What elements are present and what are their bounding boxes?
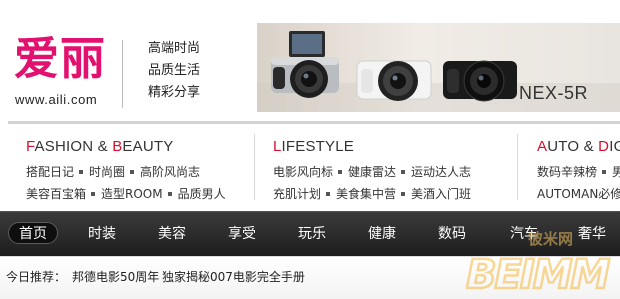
category-link[interactable]: 品质男人 bbox=[178, 187, 226, 201]
category-link[interactable]: 充肌计划 bbox=[273, 187, 321, 201]
bullet-icon bbox=[602, 169, 607, 174]
category-link[interactable]: 电影风向标 bbox=[273, 165, 333, 179]
category-links-row: 数码辛辣榜 男 bbox=[537, 163, 620, 180]
category-divider bbox=[254, 134, 255, 200]
nav-item-play[interactable]: 玩乐 bbox=[298, 223, 326, 245]
bullet-icon bbox=[326, 191, 331, 196]
main-nav: 首页 时装 美容 享受 玩乐 健康 数码 汽车 奢华 bbox=[0, 211, 620, 256]
category-fashion-beauty: FASHION & BEAUTY 搭配日记 时尚圈 高阶风尚志 美容百宝箱 造型ROO… bbox=[26, 124, 256, 210]
camera-silver-icon bbox=[271, 31, 339, 98]
nav-item-fashion[interactable]: 时装 bbox=[88, 223, 116, 245]
nav-item-digital[interactable]: 数码 bbox=[438, 223, 466, 245]
logo-url: www.aili.com bbox=[15, 92, 98, 107]
slogan-1: 高端时尚 bbox=[148, 41, 201, 56]
category-title[interactable]: FASHION & BEAUTY bbox=[26, 138, 173, 155]
category-lifestyle: LIFESTYLE 电影风向标 健康雷达 运动达人志 充肌计划 美食集中营 美酒入门班 bbox=[273, 124, 518, 210]
category-link[interactable]: 搭配日记 bbox=[26, 165, 74, 179]
banner-model-text: NEX-5R bbox=[519, 83, 589, 103]
bullet-icon bbox=[130, 169, 135, 174]
slogan-3: 精彩分享 bbox=[148, 85, 201, 100]
recommend-link[interactable]: 邦德电影50周年 bbox=[72, 268, 159, 285]
bullet-icon bbox=[167, 191, 172, 196]
category-link[interactable]: 数码辛辣榜 bbox=[537, 165, 597, 179]
category-link[interactable]: 造型ROOM bbox=[101, 187, 163, 201]
category-link[interactable]: 健康雷达 bbox=[348, 165, 396, 179]
category-links-row: 电影风向标 健康雷达 运动达人志 bbox=[273, 163, 471, 180]
category-link[interactable]: 运动达人志 bbox=[411, 165, 471, 179]
category-auto-dig: AUTO & DIG 数码辛辣榜 男 AUTOMAN必修课 bbox=[537, 124, 620, 210]
logo-divider bbox=[122, 40, 123, 108]
bullet-icon bbox=[338, 169, 343, 174]
category-link[interactable]: 美食集中营 bbox=[336, 187, 396, 201]
camera-white-icon bbox=[356, 60, 432, 101]
camera-banner[interactable]: NEX-5R bbox=[257, 23, 620, 112]
category-links-row: 美容百宝箱 造型ROOM 品质男人 bbox=[26, 185, 226, 202]
category-link[interactable]: 美酒入门班 bbox=[411, 187, 471, 201]
category-divider bbox=[517, 134, 518, 200]
camera-black-icon bbox=[443, 60, 517, 102]
nav-item-luxury[interactable]: 奢华 bbox=[578, 223, 606, 245]
category-links-row: AUTOMAN必修课 bbox=[537, 185, 620, 202]
category-link[interactable]: 时尚圈 bbox=[89, 165, 125, 179]
bullet-icon bbox=[79, 169, 84, 174]
bullet-icon bbox=[401, 169, 406, 174]
recommend-link[interactable]: 独家揭秘007电影完全手册 bbox=[162, 268, 305, 285]
slogan-list: 高端时尚 品质生活 精彩分享 bbox=[148, 38, 200, 104]
slogan-2: 品质生活 bbox=[148, 63, 201, 78]
category-panel: FASHION & BEAUTY 搭配日记 时尚圈 高阶风尚志 美容百宝箱 造型ROO… bbox=[8, 124, 620, 210]
bullet-icon bbox=[401, 191, 406, 196]
nav-item-beauty[interactable]: 美容 bbox=[158, 223, 186, 245]
bullet-icon bbox=[91, 191, 96, 196]
category-links-row: 充肌计划 美食集中营 美酒入门班 bbox=[273, 185, 471, 202]
category-link[interactable]: 男 bbox=[612, 165, 620, 179]
category-title[interactable]: AUTO & DIG bbox=[537, 138, 620, 155]
site-logo[interactable]: 爱丽 www.aili.com bbox=[14, 30, 132, 110]
category-link[interactable]: AUTOMAN必修课 bbox=[537, 187, 620, 201]
logo-wordmark: 爱丽 bbox=[14, 32, 107, 85]
nav-item-home[interactable]: 首页 bbox=[8, 222, 58, 244]
recommend-bar: 今日推荐： 邦德电影50周年 独家揭秘007电影完全手册 bbox=[0, 256, 620, 299]
category-link[interactable]: 高阶风尚志 bbox=[140, 165, 200, 179]
category-link[interactable]: 美容百宝箱 bbox=[26, 187, 86, 201]
category-links-row: 搭配日记 时尚圈 高阶风尚志 bbox=[26, 163, 200, 180]
nav-item-enjoy[interactable]: 享受 bbox=[228, 223, 256, 245]
nav-item-health[interactable]: 健康 bbox=[368, 223, 396, 245]
nav-item-auto[interactable]: 汽车 bbox=[510, 223, 538, 245]
recommend-label: 今日推荐： bbox=[6, 270, 67, 284]
category-title[interactable]: LIFESTYLE bbox=[273, 138, 354, 155]
